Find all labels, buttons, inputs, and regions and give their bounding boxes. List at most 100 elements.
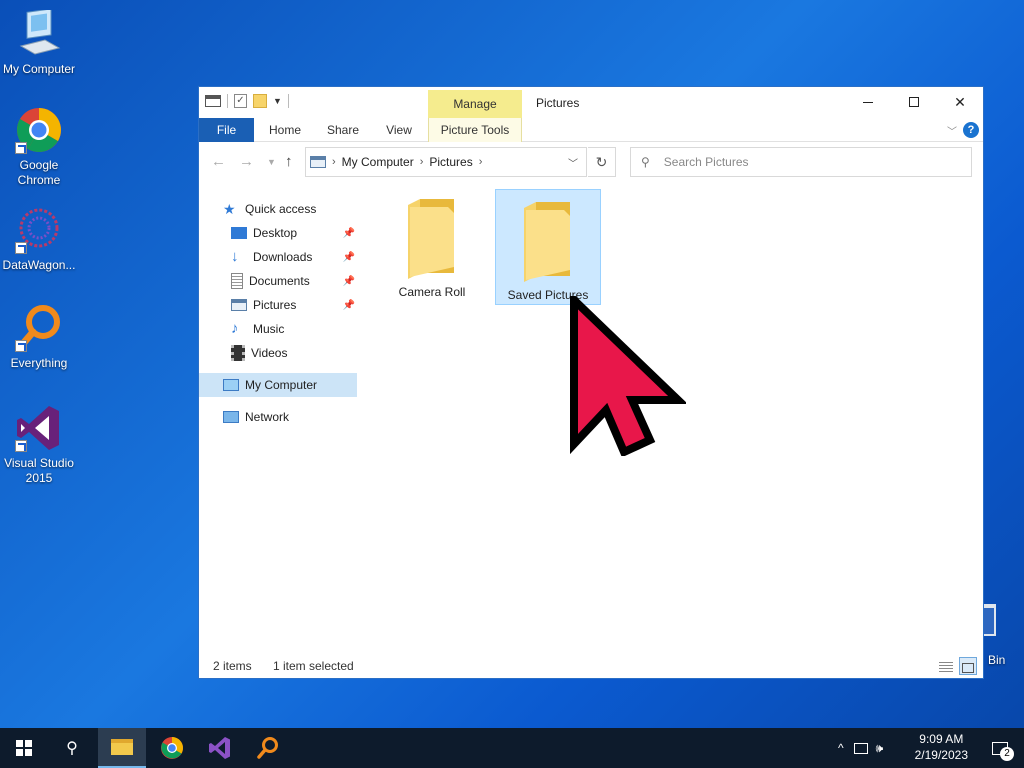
large-icons-view-button[interactable] bbox=[959, 657, 977, 675]
action-center-button[interactable]: 2 bbox=[976, 728, 1024, 768]
window-title: Pictures bbox=[536, 96, 580, 110]
expand-ribbon-icon[interactable]: ﹀ bbox=[947, 123, 957, 138]
desktop-icon-visual-studio[interactable]: Visual Studio 2015 bbox=[0, 404, 78, 486]
nav-item-downloads[interactable]: ↓ Downloads 📌 bbox=[199, 245, 357, 269]
window-menu-icon[interactable] bbox=[205, 95, 221, 107]
everything-icon bbox=[257, 737, 278, 759]
close-icon: ✕ bbox=[954, 93, 966, 110]
file-explorer-icon bbox=[111, 739, 133, 755]
nav-label: Music bbox=[253, 322, 285, 336]
start-button[interactable] bbox=[0, 728, 48, 768]
desktop-icon-chrome[interactable]: Google Chrome bbox=[0, 106, 78, 188]
maximize-icon bbox=[909, 97, 919, 107]
manage-tab[interactable]: Manage bbox=[428, 90, 522, 118]
desktop-icon-label: My Computer bbox=[2, 62, 76, 76]
minimize-button[interactable] bbox=[845, 87, 891, 117]
my-computer-icon bbox=[15, 8, 63, 58]
show-hidden-icons-icon[interactable]: ^ bbox=[838, 741, 844, 755]
tab-home[interactable]: Home bbox=[261, 118, 309, 142]
desktop-icon-my-computer[interactable]: My Computer bbox=[0, 8, 78, 77]
breadcrumb-pictures[interactable]: Pictures bbox=[429, 155, 472, 169]
nav-item-desktop[interactable]: Desktop 📌 bbox=[199, 221, 357, 245]
address-bar[interactable]: › My Computer › Pictures › ﹀ bbox=[305, 147, 587, 177]
refresh-button[interactable]: ↻ bbox=[588, 147, 616, 177]
customize-toolbar-icon[interactable]: ▼ bbox=[273, 96, 282, 106]
taskbar-chrome[interactable] bbox=[148, 728, 196, 768]
network-status-icon[interactable] bbox=[853, 742, 868, 754]
search-icon: ⚲ bbox=[66, 740, 78, 757]
taskbar-clock[interactable]: 9:09 AM 2/19/2023 bbox=[915, 731, 968, 763]
nav-item-network[interactable]: Network bbox=[199, 405, 357, 429]
details-view-button[interactable] bbox=[937, 657, 955, 675]
breadcrumb-chevron-icon[interactable]: › bbox=[332, 156, 336, 168]
nav-label: Network bbox=[245, 410, 290, 424]
nav-quick-access[interactable]: ★ Quick access bbox=[199, 197, 357, 221]
help-icon[interactable]: ? bbox=[963, 122, 979, 138]
desktop-icon-label: Visual Studio 2015 bbox=[4, 456, 74, 485]
taskbar-visual-studio[interactable] bbox=[196, 728, 244, 768]
pin-icon[interactable]: 📌 bbox=[343, 252, 355, 263]
taskbar-file-explorer[interactable] bbox=[98, 728, 146, 768]
selection-count: 1 item selected bbox=[273, 659, 354, 673]
title-bar[interactable]: ✓ ▼ Manage Pictures ✕ bbox=[199, 87, 983, 118]
mouse-pointer-icon bbox=[566, 290, 688, 459]
windows-logo-icon bbox=[16, 740, 32, 756]
forward-button[interactable]: → bbox=[239, 153, 254, 170]
desktop-icon-label: Everything bbox=[10, 356, 68, 370]
ribbon-tabs: File Home Share View Picture Tools ﹀ ? bbox=[199, 118, 983, 142]
nav-label: Documents bbox=[249, 274, 310, 288]
nav-label: Quick access bbox=[245, 202, 317, 216]
tab-share[interactable]: Share bbox=[319, 118, 367, 142]
maximize-button[interactable] bbox=[891, 87, 937, 117]
nav-label: Desktop bbox=[253, 226, 298, 240]
search-placeholder: Search Pictures bbox=[663, 155, 749, 169]
folder-saved-pictures[interactable]: Saved Pictures bbox=[495, 189, 601, 305]
desktop-icon-label: DataWagon... bbox=[2, 258, 76, 272]
folder-camera-roll[interactable]: Camera Roll bbox=[379, 187, 485, 303]
tab-file[interactable]: File bbox=[199, 118, 254, 142]
large-icons-view-icon bbox=[962, 663, 974, 673]
my-computer-icon bbox=[223, 379, 239, 391]
chrome-icon bbox=[15, 106, 63, 154]
quick-access-toolbar: ✓ ▼ bbox=[205, 94, 289, 108]
search-input[interactable]: ⚲ Search Pictures bbox=[630, 147, 972, 177]
nav-item-my-computer[interactable]: My Computer bbox=[199, 373, 357, 397]
notification-count-badge: 2 bbox=[1000, 747, 1014, 761]
videos-icon bbox=[231, 345, 245, 361]
pin-icon[interactable]: 📌 bbox=[343, 276, 355, 287]
nav-item-documents[interactable]: Documents 📌 bbox=[199, 269, 357, 293]
breadcrumb-chevron-icon[interactable]: › bbox=[420, 156, 424, 168]
breadcrumb-my-computer[interactable]: My Computer bbox=[342, 155, 414, 169]
desktop-icon-everything[interactable]: Everything bbox=[0, 304, 78, 371]
tab-picture-tools[interactable]: Picture Tools bbox=[428, 118, 522, 142]
visual-studio-icon bbox=[209, 737, 230, 759]
address-row: ← → ▼ ↑ › My Computer › Pictures › ﹀ ↻ ⚲… bbox=[199, 143, 983, 181]
back-button[interactable]: ← bbox=[211, 153, 226, 170]
pin-icon[interactable]: 📌 bbox=[343, 228, 355, 239]
recent-locations-button[interactable]: ▼ bbox=[267, 157, 276, 167]
desktop-icon-datawagon[interactable]: DataWagon... bbox=[0, 206, 78, 273]
breadcrumb-chevron-icon[interactable]: › bbox=[479, 156, 483, 168]
taskbar-everything[interactable] bbox=[244, 728, 292, 768]
nav-item-music[interactable]: ♪ Music bbox=[199, 317, 357, 341]
search-button[interactable]: ⚲ bbox=[48, 728, 96, 768]
nav-item-videos[interactable]: Videos bbox=[199, 341, 357, 365]
up-button[interactable]: ↑ bbox=[285, 153, 293, 170]
address-dropdown-icon[interactable]: ﹀ bbox=[568, 155, 578, 170]
pictures-icon bbox=[231, 299, 247, 311]
datawagon-icon bbox=[15, 206, 63, 254]
search-icon: ⚲ bbox=[641, 155, 650, 169]
minimize-icon bbox=[863, 101, 873, 103]
everything-icon bbox=[15, 304, 63, 352]
tab-view[interactable]: View bbox=[375, 118, 423, 142]
clock-date: 2/19/2023 bbox=[914, 748, 968, 762]
nav-item-pictures[interactable]: Pictures 📌 bbox=[199, 293, 357, 317]
documents-icon bbox=[231, 273, 243, 289]
pin-icon[interactable]: 📌 bbox=[343, 300, 355, 311]
properties-icon[interactable]: ✓ bbox=[234, 94, 247, 108]
close-button[interactable]: ✕ bbox=[937, 87, 983, 117]
volume-icon[interactable]: 🕪 bbox=[876, 741, 884, 756]
downloads-icon: ↓ bbox=[231, 248, 239, 265]
new-folder-icon[interactable] bbox=[253, 94, 267, 108]
nav-label: My Computer bbox=[245, 378, 318, 392]
